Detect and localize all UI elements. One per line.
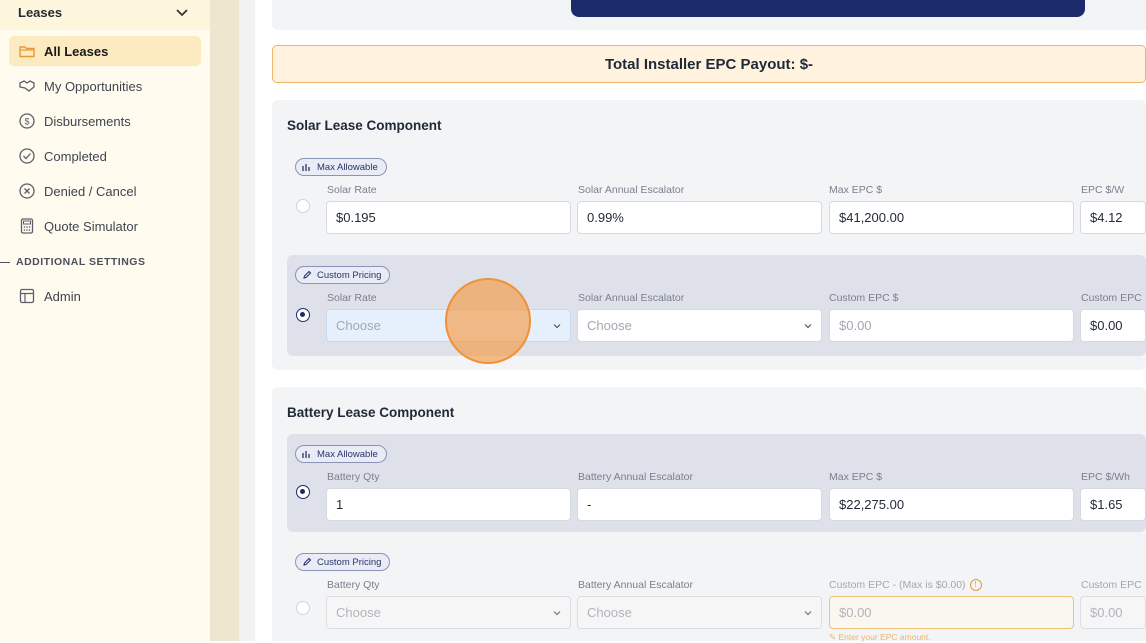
pencil-icon xyxy=(303,557,312,566)
sidebar-item-label: Quote Simulator xyxy=(44,218,138,234)
top-card xyxy=(272,0,1146,30)
field-label: Battery Annual Escalator xyxy=(578,579,693,591)
field-label: Max EPC $ xyxy=(829,471,883,483)
battery-escalator-field[interactable]: - xyxy=(577,488,822,521)
epc-per-watt-field[interactable]: $4.12 xyxy=(1080,201,1146,234)
field-label: Battery Qty xyxy=(327,579,380,591)
sidebar-item-all-leases[interactable]: All Leases xyxy=(9,36,201,66)
field-label: Custom EPC $ xyxy=(829,292,899,304)
battery-custom-pricing-option: Custom Pricing Battery Qty Battery Annua… xyxy=(287,542,1146,642)
field-label: EPC $/Wh xyxy=(1081,471,1131,483)
field-label: Custom EPC xyxy=(1081,579,1142,591)
solar-component-title: Solar Lease Component xyxy=(287,118,442,133)
calculator-icon xyxy=(18,217,36,235)
sidebar-item-label: Denied / Cancel xyxy=(44,183,137,199)
field-label: Custom EPC xyxy=(1081,292,1142,304)
field-label: Solar Annual Escalator xyxy=(578,292,685,304)
field-label: Solar Rate xyxy=(327,184,377,196)
chevron-down-icon xyxy=(553,324,561,329)
svg-text:$: $ xyxy=(24,117,29,127)
solar-rate-field[interactable]: $0.195 xyxy=(326,201,571,234)
layout-gutter xyxy=(211,0,239,641)
sidebar-item-label: Admin xyxy=(44,288,81,304)
field-label: Battery Annual Escalator xyxy=(578,471,693,483)
content-panel: Total Installer EPC Payout: $- Solar Lea… xyxy=(255,0,1146,642)
custom-epc-input[interactable]: $0.00 xyxy=(829,309,1074,342)
battery-qty-select[interactable]: Choose xyxy=(326,596,571,629)
chevron-down-icon xyxy=(553,611,561,616)
click-cursor-indicator xyxy=(445,278,531,364)
sidebar-section-header[interactable]: Leases xyxy=(0,0,210,30)
battery-qty-field[interactable]: 1 xyxy=(326,488,571,521)
additional-settings-heading: ADDITIONAL SETTINGS xyxy=(0,256,145,268)
sidebar-item-label: All Leases xyxy=(44,43,109,59)
sidebar-item-completed[interactable]: Completed xyxy=(9,141,201,171)
field-label: Battery Qty xyxy=(327,471,380,483)
max-epc-field[interactable]: $41,200.00 xyxy=(829,201,1074,234)
solar-max-allowable-radio[interactable] xyxy=(296,199,310,213)
max-allowable-tag: Max Allowable xyxy=(295,158,387,176)
field-label: Max EPC $ xyxy=(829,184,883,196)
battery-custom-epc-per-wh-field[interactable]: $0.00 xyxy=(1080,596,1146,629)
field-label: Solar Rate xyxy=(327,292,377,304)
solar-escalator-field[interactable]: 0.99% xyxy=(577,201,822,234)
chart-icon xyxy=(302,451,310,458)
sidebar-item-denied-cancel[interactable]: Denied / Cancel xyxy=(9,176,201,206)
pencil-icon xyxy=(303,270,312,279)
epc-per-wh-field[interactable]: $1.65 xyxy=(1080,488,1146,521)
solar-custom-pricing-radio[interactable] xyxy=(296,308,310,322)
field-label: EPC $/W xyxy=(1081,184,1125,196)
sidebar-item-label: My Opportunities xyxy=(44,78,143,94)
field-label: Solar Annual Escalator xyxy=(578,184,685,196)
custom-pricing-tag: Custom Pricing xyxy=(295,553,391,571)
solar-custom-pricing-option: Custom Pricing Solar Rate Solar Annual E… xyxy=(287,255,1146,356)
sidebar-item-disbursements[interactable]: $ Disbursements xyxy=(9,106,201,136)
chevron-down-icon xyxy=(804,611,812,616)
solar-escalator-select[interactable]: Choose xyxy=(577,309,822,342)
custom-pricing-tag: Custom Pricing xyxy=(295,266,391,284)
total-payout-banner: Total Installer EPC Payout: $- xyxy=(272,45,1146,83)
check-circle-icon xyxy=(18,147,36,165)
sidebar-item-quote-simulator[interactable]: Quote Simulator xyxy=(9,211,201,241)
custom-epc-per-watt-field[interactable]: $0.00 xyxy=(1080,309,1146,342)
table-layout-icon xyxy=(18,287,36,305)
battery-max-allowable-option: Max Allowable Battery Qty Battery Annual… xyxy=(287,434,1146,532)
folder-icon xyxy=(18,42,36,60)
field-label: Custom EPC - (Max is $0.00)! xyxy=(829,579,982,592)
sidebar-item-label: Completed xyxy=(44,148,107,164)
sidebar-item-my-opportunities[interactable]: My Opportunities xyxy=(9,71,201,101)
sidebar: Leases All Leases My Opportunities $ Dis… xyxy=(0,0,211,641)
info-icon[interactable]: ! xyxy=(969,579,982,592)
main-area: Total Installer EPC Payout: $- Solar Lea… xyxy=(239,0,1146,642)
battery-max-epc-field[interactable]: $22,275.00 xyxy=(829,488,1074,521)
battery-max-allowable-radio[interactable] xyxy=(296,485,310,499)
battery-escalator-select[interactable]: Choose xyxy=(577,596,822,629)
epc-hint: ✎ Enter your EPC amount. xyxy=(829,632,931,642)
max-allowable-tag: Max Allowable xyxy=(295,445,387,463)
sidebar-item-label: Disbursements xyxy=(44,113,131,129)
chart-icon xyxy=(302,164,310,171)
battery-custom-pricing-radio[interactable] xyxy=(296,601,310,615)
solar-lease-component: Solar Lease Component Max Allowable Sola… xyxy=(272,100,1146,370)
chevron-down-icon[interactable] xyxy=(175,6,189,20)
x-circle-icon xyxy=(18,182,36,200)
handshake-icon xyxy=(18,77,36,95)
battery-custom-epc-input[interactable]: $0.00 xyxy=(829,596,1074,629)
battery-lease-component: Battery Lease Component Max Allowable Ba… xyxy=(272,387,1146,642)
primary-action-button[interactable] xyxy=(571,0,1085,17)
solar-max-allowable-option: Max Allowable Solar Rate Solar Annual Es… xyxy=(287,150,1146,246)
battery-component-title: Battery Lease Component xyxy=(287,405,455,420)
chevron-down-icon xyxy=(804,324,812,329)
sidebar-item-admin[interactable]: Admin xyxy=(9,281,201,311)
sidebar-section-title: Leases xyxy=(18,5,63,20)
dollar-circle-icon: $ xyxy=(18,112,36,130)
